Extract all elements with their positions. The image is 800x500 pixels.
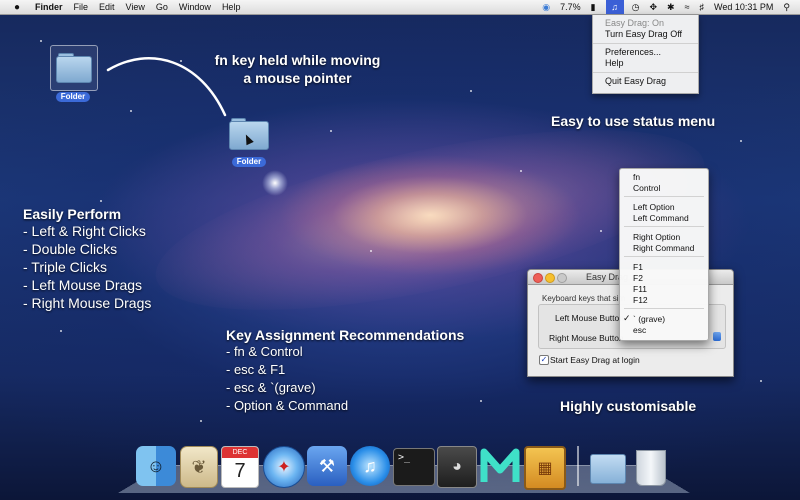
menu-separator xyxy=(624,256,704,257)
key-option-selected[interactable]: ` (grave) xyxy=(633,314,665,324)
itunes-icon[interactable]: ♫ xyxy=(350,446,390,486)
m-logo-icon xyxy=(480,448,520,482)
safari-icon[interactable]: ✦ xyxy=(263,446,305,488)
feature-item: - Triple Clicks xyxy=(23,259,108,275)
finder-icon[interactable]: ☺ xyxy=(136,446,176,486)
minimize-button[interactable] xyxy=(545,273,555,283)
dock-divider xyxy=(577,446,579,486)
folder-stack-icon[interactable] xyxy=(588,446,626,486)
finder-face-icon: ☺ xyxy=(146,455,166,476)
key-option[interactable]: Right Option xyxy=(633,232,680,242)
fn-caption-line1: fn key held while moving xyxy=(214,52,381,68)
feature-item: - Right Mouse Drags xyxy=(23,295,152,311)
key-option[interactable]: esc xyxy=(633,325,646,335)
key-option[interactable]: F2 xyxy=(633,273,643,283)
key-option[interactable]: F11 xyxy=(633,284,647,294)
features-heading: Easily Perform xyxy=(23,206,122,222)
eagle-stamp-icon: ❦ xyxy=(191,456,207,477)
features-block: Easily Perform - Left & Right Clicks - D… xyxy=(23,206,223,312)
hammer-icon: ⚒ xyxy=(318,455,336,476)
zoom-button[interactable] xyxy=(557,273,567,283)
preview-icon[interactable]: ▦ xyxy=(524,446,566,490)
left-mouse-label: Left Mouse Button xyxy=(555,313,624,323)
menu-separator xyxy=(624,196,704,197)
folder-icon xyxy=(590,454,626,484)
fn-caption-line2: a mouse pointer xyxy=(243,70,352,86)
prompt-icon: >_ xyxy=(398,452,411,463)
key-option[interactable]: Left Command xyxy=(633,213,689,223)
trash-can-icon xyxy=(636,450,666,486)
feature-item: - Left Mouse Drags xyxy=(23,277,143,293)
right-key-popup[interactable] xyxy=(713,332,721,341)
key-option[interactable]: F12 xyxy=(633,295,648,305)
recommendation-item: - Option & Command xyxy=(226,398,349,413)
key-option[interactable]: Left Option xyxy=(633,202,675,212)
menu-separator xyxy=(624,308,704,309)
calendar-icon[interactable]: DEC 7 xyxy=(221,446,259,488)
recommendation-item: - esc & `(grave) xyxy=(226,380,316,395)
feature-item: - Double Clicks xyxy=(23,241,118,257)
key-select-popup-menu: fn Control Left Option Left Command Righ… xyxy=(619,168,709,341)
start-at-login-checkbox[interactable]: ✓ xyxy=(539,355,549,365)
compass-icon: ✦ xyxy=(277,459,291,476)
recommendations-heading: Key Assignment Recommendations xyxy=(226,327,465,343)
trash-icon[interactable] xyxy=(632,446,668,486)
selected-check-icon: ✓ xyxy=(623,313,631,323)
key-option[interactable]: fn xyxy=(633,172,640,182)
music-note-icon: ♫ xyxy=(363,455,377,476)
target-folder-label[interactable]: Folder xyxy=(232,157,266,167)
xcode-icon[interactable]: ⚒ xyxy=(307,446,347,486)
mail-icon[interactable]: ❦ xyxy=(180,446,218,488)
calendar-day: 7 xyxy=(234,460,246,482)
right-mouse-label: Right Mouse Button xyxy=(549,333,624,343)
recommendations-block: Key Assignment Recommendations - fn & Co… xyxy=(226,327,516,415)
recommendation-item: - fn & Control xyxy=(226,344,303,359)
key-option[interactable]: Right Command xyxy=(633,243,694,253)
key-option[interactable]: F1 xyxy=(633,262,643,272)
picture-icon: ▦ xyxy=(537,460,553,477)
status-menu-caption: Easy to use status menu xyxy=(551,113,716,129)
customisable-caption: Highly customisable xyxy=(560,398,697,414)
menu-separator xyxy=(624,226,704,227)
start-at-login-label[interactable]: Start Easy Drag at login xyxy=(550,355,640,365)
recommendation-item: - esc & F1 xyxy=(226,362,286,377)
fn-caption: fn key held while moving a mouse pointer xyxy=(190,52,405,86)
calendar-month: DEC xyxy=(222,447,258,458)
terminal-icon[interactable]: >_ xyxy=(393,448,435,486)
close-button[interactable] xyxy=(533,273,543,283)
key-option[interactable]: Control xyxy=(633,183,660,193)
feature-item: - Left & Right Clicks xyxy=(23,223,146,239)
m-app-icon[interactable] xyxy=(480,446,520,486)
disk-icon: ◕ xyxy=(452,458,462,475)
disk-utility-icon[interactable]: ◕ xyxy=(437,446,477,488)
keys-description: Keyboard keys that sim xyxy=(542,294,626,303)
